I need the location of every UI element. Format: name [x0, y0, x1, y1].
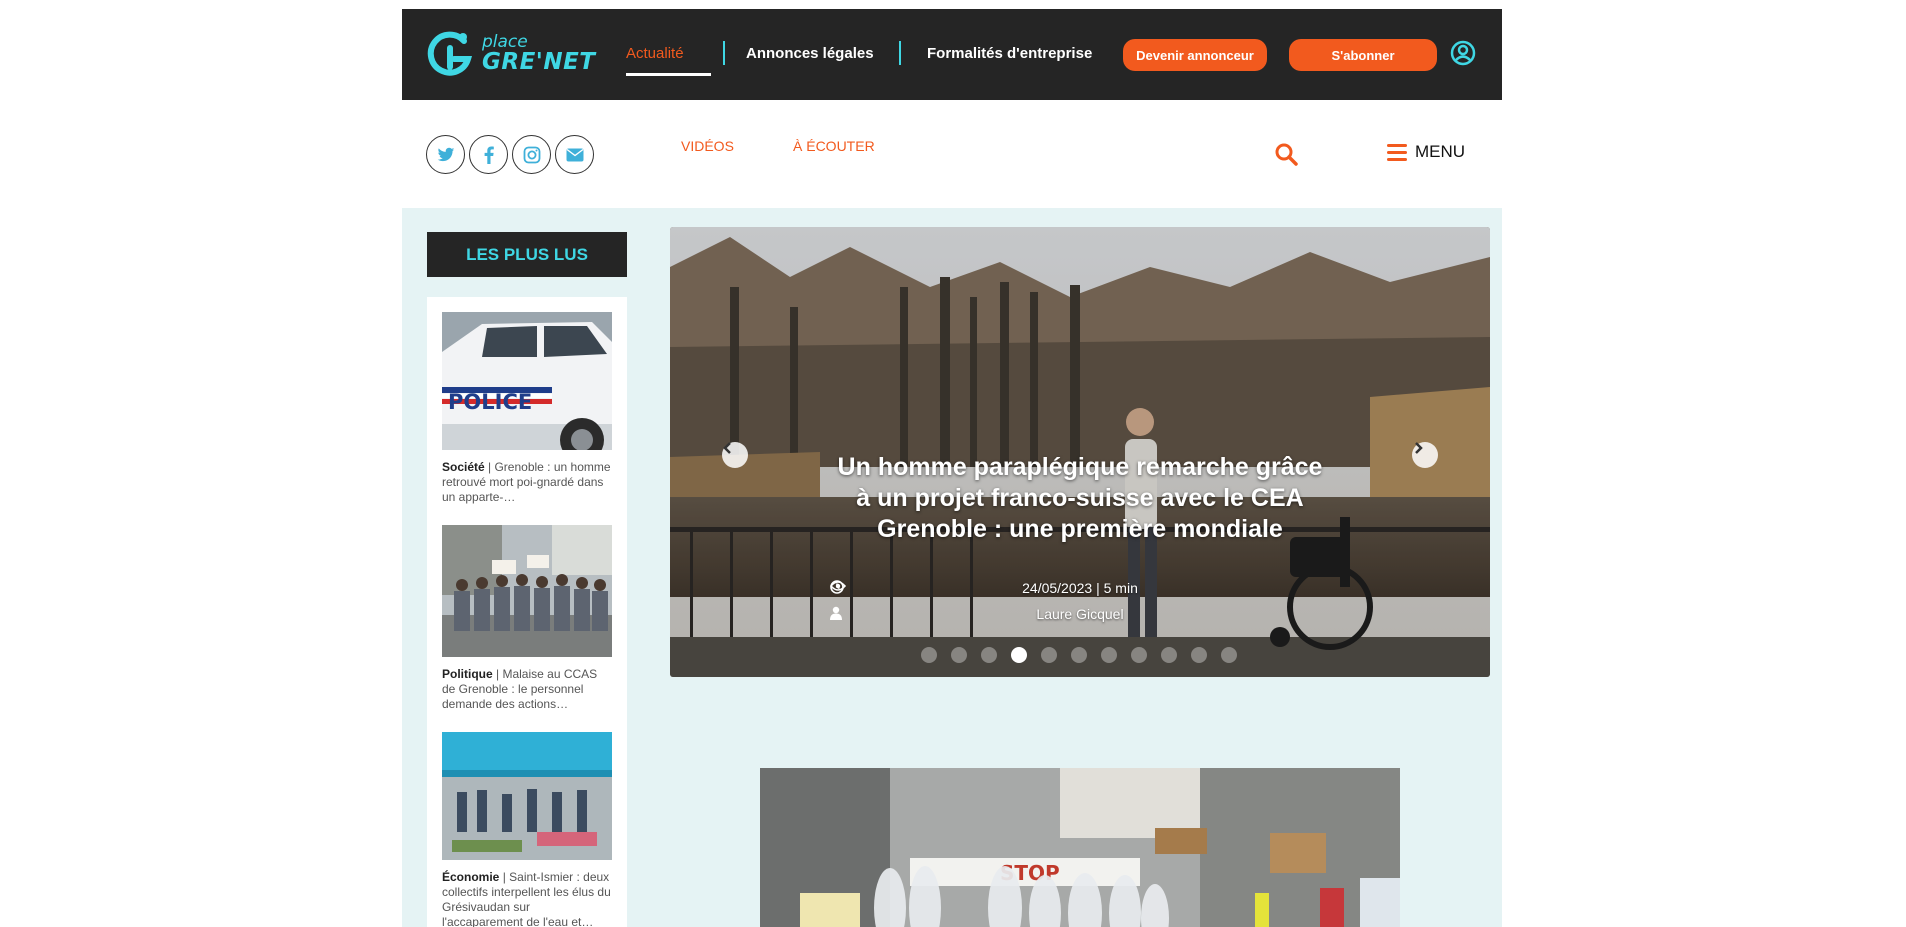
slider-dot[interactable] [1191, 647, 1207, 663]
hamburger-menu-icon[interactable] [1387, 144, 1407, 162]
slider-prev-button[interactable] [722, 442, 748, 468]
list-item[interactable]: Politique | Malaise au CCAS de Grenoble … [442, 525, 612, 712]
chevron-left-icon [723, 442, 731, 454]
most-read-heading: LES PLUS LUS [427, 232, 627, 277]
category-label[interactable]: Politique [442, 667, 493, 681]
slider-dot[interactable] [921, 647, 937, 663]
slider-dot[interactable] [1161, 647, 1177, 663]
twitter-button[interactable] [426, 135, 465, 174]
logo-text-grenet: GRE'NET [482, 49, 596, 75]
twitter-icon [437, 147, 454, 161]
search-icon[interactable] [1274, 142, 1298, 166]
slider-pagination [921, 647, 1237, 663]
slider-dot[interactable] [1011, 647, 1027, 663]
article-excerpt[interactable]: Politique | Malaise au CCAS de Grenoble … [442, 667, 612, 712]
slider-dot[interactable] [1041, 647, 1057, 663]
slide-read-time: 5 min [1103, 580, 1138, 596]
devenir-annonceur-button[interactable]: Devenir annonceur [1123, 39, 1267, 71]
instagram-button[interactable] [512, 135, 551, 174]
nav-formalites[interactable]: Formalités d'entreprise [927, 45, 1092, 62]
article-image[interactable]: STOP [760, 768, 1400, 927]
list-item[interactable]: Économie | Saint-Ismier : deux collectif… [442, 732, 612, 927]
nav-separator [899, 41, 901, 65]
user-account-icon[interactable] [1450, 40, 1476, 66]
nav-separator [723, 41, 725, 65]
list-item[interactable]: POLICE Société | Grenoble : un homme ret… [442, 312, 612, 505]
logo-g-icon [427, 31, 473, 76]
subscribe-button[interactable]: S'abonner [1289, 39, 1437, 71]
slide-title[interactable]: Un homme paraplégique remarche grâce à u… [830, 452, 1330, 545]
slider-next-button[interactable] [1412, 442, 1438, 468]
person-icon [830, 606, 842, 620]
article-thumbnail[interactable] [442, 525, 612, 657]
envelope-icon [566, 148, 583, 161]
facebook-icon [484, 146, 494, 164]
main-content: LES PLUS LUS POLICE Société | Grenoble:… [402, 208, 1502, 927]
slider-dot[interactable] [951, 647, 967, 663]
slide-author-line: Laure Gicquel [830, 606, 1330, 622]
featured-slider[interactable]: Un homme paraplégique remarche grâce à u… [670, 227, 1490, 677]
nav-annonces-legales[interactable]: Annonces légales [746, 45, 874, 62]
slider-dot[interactable] [1221, 647, 1237, 663]
slide-author[interactable]: Laure Gicquel [1036, 606, 1123, 622]
slider-dot[interactable] [1071, 647, 1087, 663]
instagram-icon [523, 146, 540, 163]
svg-text:POLICE: POLICE [448, 390, 532, 414]
nav-actualite[interactable]: Actualité [626, 45, 684, 62]
meta-separator: | [1096, 580, 1100, 596]
videos-link[interactable]: VIDÉOS [681, 138, 734, 154]
eye-icon [830, 581, 846, 591]
facebook-button[interactable] [469, 135, 508, 174]
slide-date: 24/05/2023 [1022, 580, 1093, 596]
a-ecouter-link[interactable]: À ÉCOUTER [793, 138, 875, 154]
article-thumbnail[interactable] [442, 732, 612, 860]
article-excerpt[interactable]: Économie | Saint-Ismier : deux collectif… [442, 870, 612, 927]
secondary-nav: VIDÉOS À ÉCOUTER MENU [402, 100, 1502, 208]
nav-active-underline [626, 73, 711, 76]
menu-button-label[interactable]: MENU [1415, 142, 1465, 162]
slider-dot[interactable] [1101, 647, 1117, 663]
article-thumbnail[interactable]: POLICE [442, 312, 612, 450]
most-read-list: POLICE Société | Grenoble : un homme ret… [427, 297, 627, 927]
slider-dot[interactable] [981, 647, 997, 663]
chevron-right-icon [1415, 442, 1423, 454]
email-button[interactable] [555, 135, 594, 174]
slider-dot[interactable] [1131, 647, 1147, 663]
slide-meta: 24/05/2023 | 5 min [830, 580, 1330, 596]
site-logo[interactable]: place GRE'NET [426, 29, 596, 83]
article-excerpt[interactable]: Société | Grenoble : un homme retrouvé m… [442, 460, 612, 505]
category-label[interactable]: Économie [442, 870, 499, 884]
category-label[interactable]: Société [442, 460, 485, 474]
top-header: place GRE'NET Actualité Annonces légales… [402, 9, 1502, 100]
